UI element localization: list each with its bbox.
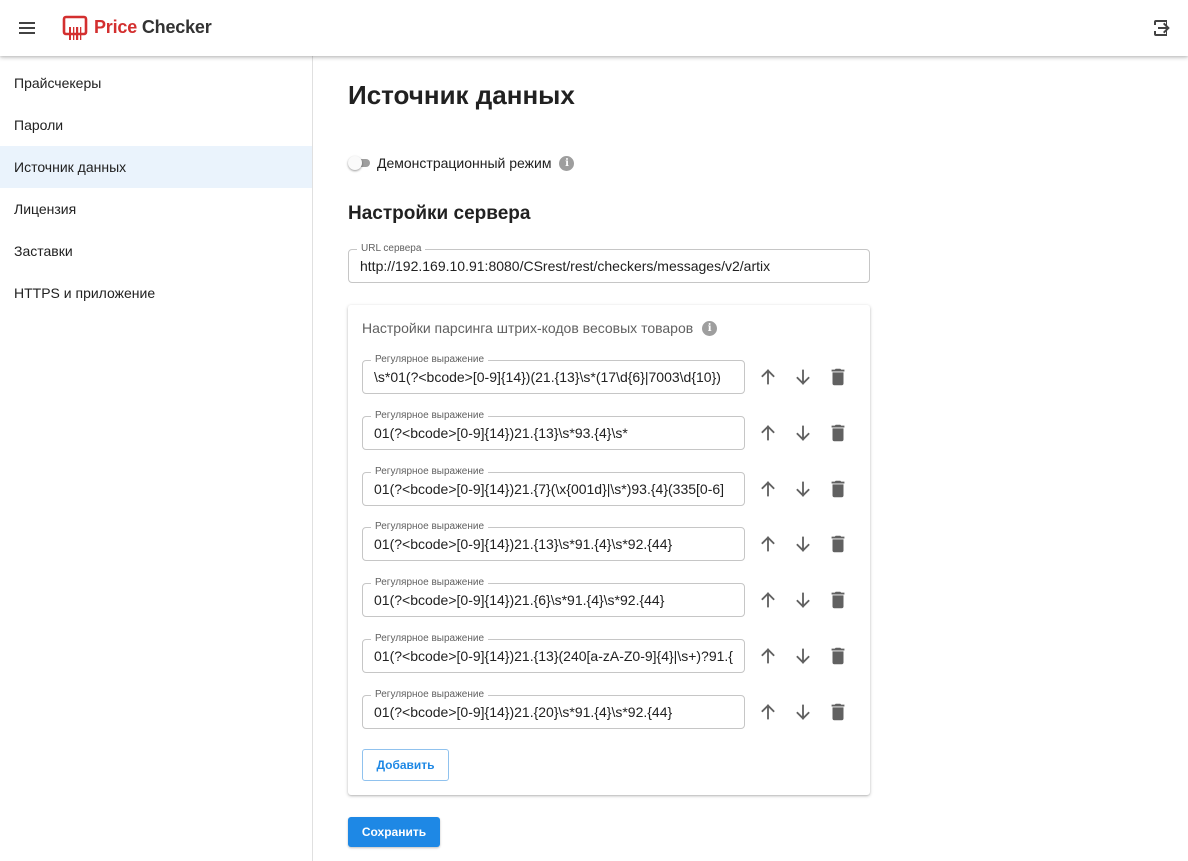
- demo-mode-label: Демонстрационный режим: [377, 155, 552, 171]
- trash-icon[interactable]: [827, 701, 849, 723]
- regex-input[interactable]: 01(?<bcode>[0-9]{14})21.{13}\s*93.{4}\s*: [363, 417, 744, 449]
- regex-input[interactable]: 01(?<bcode>[0-9]{14})21.{13}(240[a-zA-Z0…: [363, 640, 744, 672]
- barcode-parsing-card: Настройки парсинга штрих-кодов весовых т…: [348, 305, 870, 795]
- regex-row: Регулярное выражение 01(?<bcode>[0-9]{14…: [362, 409, 852, 450]
- regex-row: Регулярное выражение 01(?<bcode>[0-9]{14…: [362, 633, 852, 673]
- info-icon[interactable]: i: [559, 155, 575, 171]
- price-tag-barcode-icon: [62, 15, 88, 40]
- arrow-down-icon[interactable]: [792, 422, 814, 444]
- demo-mode-toggle[interactable]: [348, 156, 372, 170]
- arrow-up-icon[interactable]: [757, 701, 779, 723]
- barcode-card-title: Настройки парсинга штрих-кодов весовых т…: [362, 320, 718, 336]
- regex-input[interactable]: 01(?<bcode>[0-9]{14})21.{6}\s*91.{4}\s*9…: [363, 584, 744, 616]
- arrow-down-icon[interactable]: [792, 645, 814, 667]
- server-settings-title: Настройки сервера: [348, 203, 531, 224]
- arrow-down-icon[interactable]: [792, 366, 814, 388]
- arrow-down-icon[interactable]: [792, 533, 814, 555]
- trash-icon[interactable]: [827, 478, 849, 500]
- regex-field: Регулярное выражение \s*01(?<bcode>[0-9]…: [362, 354, 745, 394]
- regex-field: Регулярное выражение 01(?<bcode>[0-9]{14…: [362, 465, 745, 506]
- arrow-up-icon[interactable]: [757, 533, 779, 555]
- menu-icon[interactable]: [14, 16, 40, 40]
- regex-field: Регулярное выражение 01(?<bcode>[0-9]{14…: [362, 577, 745, 618]
- arrow-down-icon[interactable]: [792, 478, 814, 500]
- trash-icon[interactable]: [827, 366, 849, 388]
- logout-icon[interactable]: [1148, 16, 1172, 40]
- regex-row: Регулярное выражение 01(?<bcode>[0-9]{14…: [362, 688, 852, 729]
- app-bar: Price Checker: [0, 0, 1188, 56]
- server-url-field: URL сервера http://192.169.10.91:8080/CS…: [348, 243, 870, 283]
- regex-row: Регулярное выражение 01(?<bcode>[0-9]{14…: [362, 577, 852, 618]
- regex-row: Регулярное выражение 01(?<bcode>[0-9]{14…: [362, 465, 852, 506]
- arrow-up-icon[interactable]: [757, 478, 779, 500]
- sidebar-item-license[interactable]: Лицензия: [0, 188, 312, 230]
- regex-row: Регулярное выражение \s*01(?<bcode>[0-9]…: [362, 354, 852, 394]
- arrow-up-icon[interactable]: [757, 589, 779, 611]
- sidebar-item-data-source[interactable]: Источник данных: [0, 146, 312, 188]
- regex-input[interactable]: \s*01(?<bcode>[0-9]{14})(21.{13}\s*(17\d…: [363, 361, 744, 393]
- trash-icon[interactable]: [827, 422, 849, 444]
- page-title: Источник данных: [348, 80, 575, 110]
- sidebar-item-screensavers[interactable]: Заставки: [0, 230, 312, 272]
- regex-input[interactable]: 01(?<bcode>[0-9]{14})21.{20}\s*91.{4}\s*…: [363, 696, 744, 728]
- sidebar-item-pricecheckers[interactable]: Прайсчекеры: [0, 62, 312, 104]
- brand-name: Price Checker: [94, 17, 212, 38]
- trash-icon[interactable]: [827, 645, 849, 667]
- regex-input[interactable]: 01(?<bcode>[0-9]{14})21.{7}(\x{001d}|\s*…: [363, 473, 744, 505]
- regex-field: Регулярное выражение 01(?<bcode>[0-9]{14…: [362, 521, 745, 562]
- arrow-down-icon[interactable]: [792, 701, 814, 723]
- trash-icon[interactable]: [827, 533, 849, 555]
- trash-icon[interactable]: [827, 589, 849, 611]
- save-button[interactable]: Сохранить: [348, 817, 440, 847]
- arrow-up-icon[interactable]: [757, 422, 779, 444]
- arrow-down-icon[interactable]: [792, 589, 814, 611]
- regex-input[interactable]: 01(?<bcode>[0-9]{14})21.{13}\s*91.{4}\s*…: [363, 528, 744, 560]
- sidebar-item-passwords[interactable]: Пароли: [0, 104, 312, 146]
- server-url-input[interactable]: http://192.169.10.91:8080/CSrest/rest/ch…: [349, 250, 869, 282]
- regex-field: Регулярное выражение 01(?<bcode>[0-9]{14…: [362, 633, 745, 673]
- barcode-card-title-text: Настройки парсинга штрих-кодов весовых т…: [362, 320, 694, 336]
- regex-field: Регулярное выражение 01(?<bcode>[0-9]{14…: [362, 688, 745, 729]
- regex-row: Регулярное выражение 01(?<bcode>[0-9]{14…: [362, 521, 852, 562]
- regex-field: Регулярное выражение 01(?<bcode>[0-9]{14…: [362, 409, 745, 450]
- main-content: Источник данных Демонстрационный режим i…: [314, 56, 1188, 861]
- brand-part-checker: Checker: [141, 17, 212, 37]
- add-regex-button[interactable]: Добавить: [362, 749, 449, 781]
- arrow-up-icon[interactable]: [757, 366, 779, 388]
- sidebar: Прайсчекеры Пароли Источник данных Лицен…: [0, 56, 313, 861]
- brand-part-price: Price: [94, 17, 138, 37]
- arrow-up-icon[interactable]: [757, 645, 779, 667]
- info-icon[interactable]: i: [702, 320, 718, 336]
- sidebar-item-https-app[interactable]: HTTPS и приложение: [0, 272, 312, 314]
- demo-mode-row: Демонстрационный режим i: [348, 153, 575, 173]
